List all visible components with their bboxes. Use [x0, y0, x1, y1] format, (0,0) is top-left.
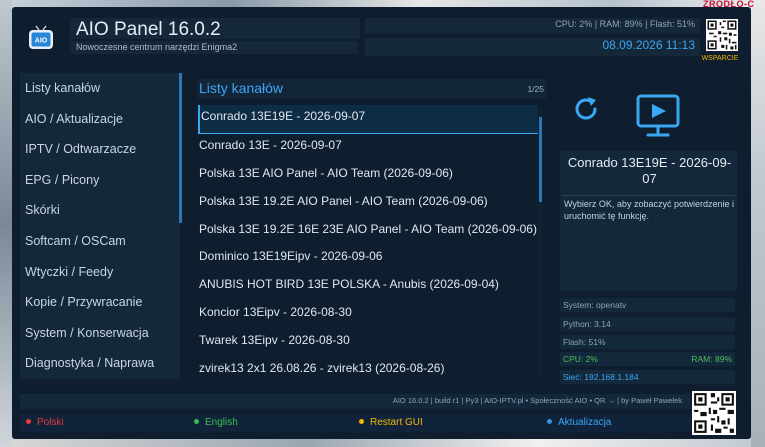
list-counter: 1/25 [527, 84, 544, 94]
sidebar-item-aio-aktualizacje[interactable]: AIO / Aktualizacje [20, 104, 180, 135]
play-tv-icon[interactable] [636, 94, 680, 140]
english-label: English [205, 417, 238, 428]
yellow-dot-icon [359, 418, 364, 424]
stat-cpu: CPU: 2% [563, 354, 598, 364]
list-item[interactable]: Dominico 13E19Eipv - 2026-09-06 [198, 245, 538, 273]
info-divider [562, 195, 735, 196]
aktualizacja-button[interactable]: Aktualizacja [541, 414, 691, 432]
refresh-icon[interactable] [571, 94, 601, 124]
sidebar-item-kopie-przywracanie[interactable]: Kopie / Przywracanie [20, 287, 180, 318]
stat-network: Sieć: 192.168.1.184 [560, 370, 735, 384]
sidebar-menu: Listy kanałów AIO / Aktualizacje IPTV / … [20, 73, 180, 379]
red-dot-icon [26, 418, 31, 424]
sidebar-item-system-konserwacja[interactable]: System / Konserwacja [20, 318, 180, 349]
list-item[interactable]: Conrado 13E - 2026-09-07 [198, 134, 538, 162]
info-description: Wybierz OK, aby zobaczyć potwierdzenie i… [564, 199, 734, 221]
sidebar-item-skorki[interactable]: Skórki [20, 195, 180, 226]
list-scrollbar-thumb[interactable] [539, 117, 542, 202]
background-photo-left [0, 0, 12, 447]
restart-gui-label: Restart GUI [370, 417, 423, 428]
list-item[interactable]: Polska 13E AIO Panel - AIO Team (2026-09… [198, 162, 538, 190]
restart-gui-button[interactable]: Restart GUI [353, 414, 543, 432]
support-qr-code[interactable] [706, 19, 738, 51]
tv-logo-icon: AIO [29, 25, 53, 49]
stat-cpu-ram: CPU: 2% RAM: 89% [560, 352, 735, 366]
stat-system: System: openatv [560, 298, 735, 312]
polski-label: Polski [37, 417, 64, 428]
app-title: AIO Panel 16.0.2 [76, 19, 221, 40]
sidebar-item-diagnostyka-naprawa[interactable]: Diagnostyka / Naprawa [20, 348, 180, 379]
list-item[interactable]: zvirek13 2x1 26.08.26 - zvirek13 (2026-0… [198, 357, 538, 385]
list-item[interactable]: Koncior 13Eipv - 2026-08-30 [198, 301, 538, 329]
sidebar-item-softcam-oscam[interactable]: Softcam / OSCam [20, 226, 180, 257]
aktualizacja-label: Aktualizacja [558, 417, 612, 428]
list-item[interactable]: Twarek 13Eipv - 2026-08-30 [198, 329, 538, 357]
support-label: WSPARCIE [701, 55, 739, 62]
sidebar-item-listy-kanalow[interactable]: Listy kanałów [20, 73, 180, 104]
sidebar-item-epg-picony[interactable]: EPG / Picony [20, 165, 180, 196]
community-qr-code[interactable] [692, 391, 736, 435]
footer-text: AIO 16.0.2 | build r1 | Py3 | AIO-IPTV.p… [392, 396, 682, 405]
stat-python: Python: 3.14 [560, 317, 735, 331]
system-status-line: CPU: 2% | RAM: 89% | Flash: 51% [555, 19, 695, 29]
stat-flash: Flash: 51% [560, 335, 735, 349]
polski-button[interactable]: Polski [20, 414, 190, 432]
blue-dot-icon [547, 418, 552, 424]
sidebar-item-iptv-odtwarzacze[interactable]: IPTV / Odtwarzacze [20, 134, 180, 165]
list-item-selected[interactable]: Conrado 13E19E - 2026-09-07 [198, 105, 538, 134]
english-button[interactable]: English [188, 414, 353, 432]
channel-list: Conrado 13E19E - 2026-09-07 Conrado 13E … [198, 105, 538, 387]
stat-ram: RAM: 89% [691, 354, 732, 364]
sidebar-item-wtyczki-feedy[interactable]: Wtyczki / Feedy [20, 257, 180, 288]
list-item[interactable]: Polska 13E 19.2E AIO Panel - AIO Team (2… [198, 190, 538, 218]
app-subtitle: Nowoczesne centrum narzędzi Enigma2 [76, 42, 238, 52]
green-dot-icon [194, 418, 199, 424]
info-title: Conrado 13E19E - 2026-09-07 [567, 155, 732, 186]
list-item[interactable]: Polska 13E 19.2E 16E 23E AIO Panel - AIO… [198, 218, 538, 246]
list-title: Listy kanałów [199, 80, 284, 96]
background-photo-right [751, 0, 765, 447]
aio-panel-window: AIO AIO Panel 16.0.2 Nowoczesne centrum … [12, 7, 751, 439]
list-item[interactable]: ANUBIS HOT BIRD 13E POLSKA - Anubis (202… [198, 273, 538, 301]
app-icon-text: AIO [35, 38, 48, 45]
sidebar-scrollbar[interactable] [179, 73, 182, 223]
date-time: 08.09.2026 11:13 [602, 38, 695, 52]
